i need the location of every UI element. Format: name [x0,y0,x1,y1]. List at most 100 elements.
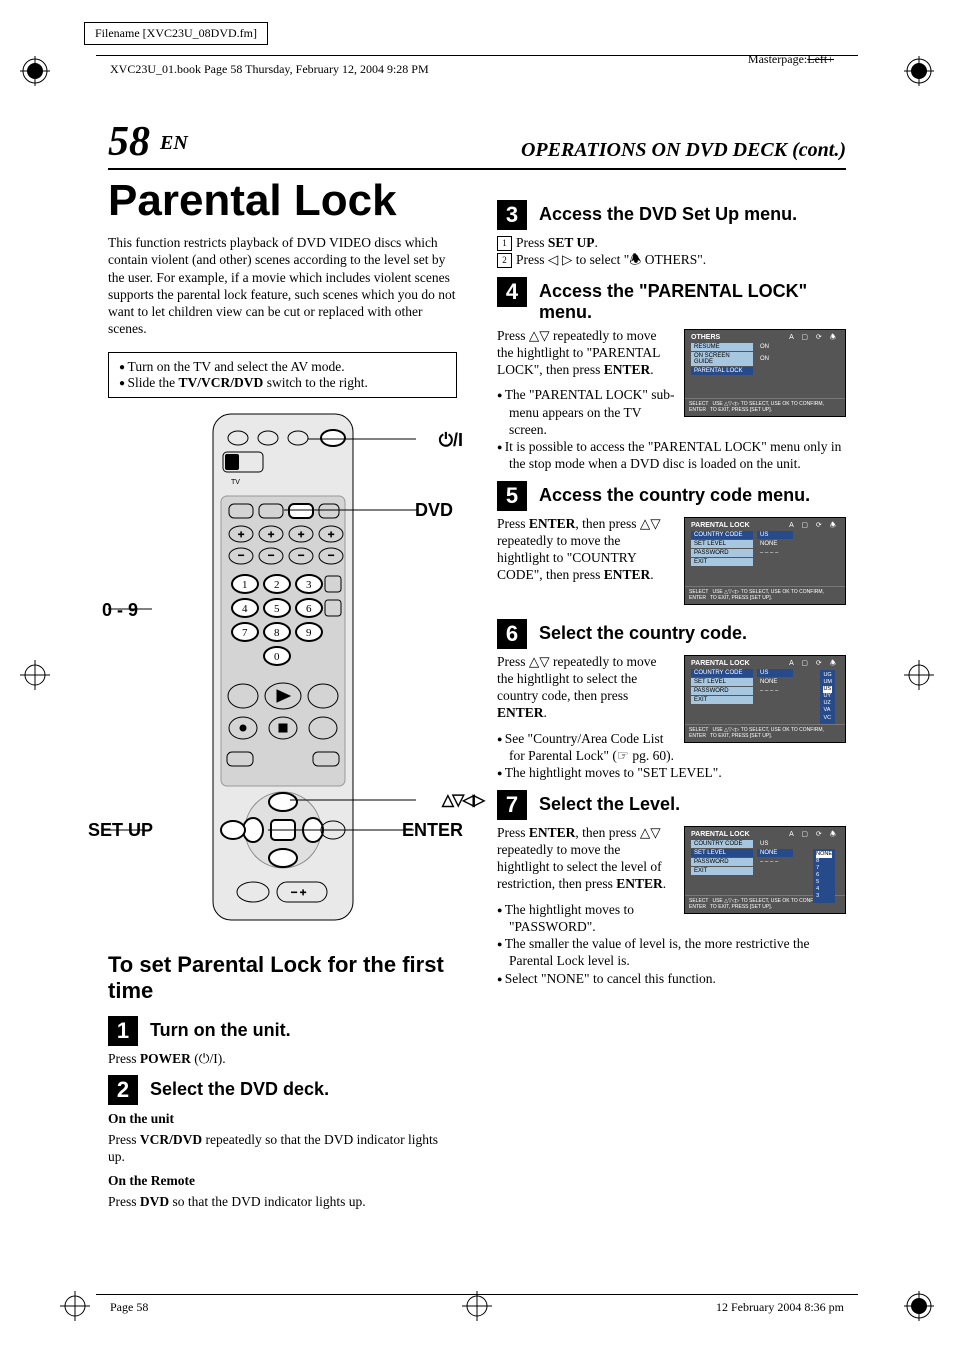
step-body: Press POWER (⏻/I). [108,1050,457,1067]
step-title: Access the DVD Set Up menu. [539,200,797,225]
osd-tab-icons: A ▢ ⟳ 🕭 [789,659,839,670]
page-title: Parental Lock [108,176,457,226]
registration-mark-icon [904,1291,934,1321]
osd-tab-icons: A ▢ ⟳ 🕭 [789,521,839,532]
crop-mark-icon [462,1291,492,1321]
osd-screenshot: A ▢ ⟳ 🕭 OTHERS RESUMEON ON SCREEN GUIDEO… [684,329,846,417]
osd-footer: SELECTUSE △▽◁▷ TO SELECT, USE OK TO CONF… [685,586,845,604]
remote-illustration: TV + + + + − [108,412,457,932]
subsection-heading: To set Parental Lock for the first time [108,952,457,1004]
masterpage-label: Masterpage:Left+ [748,52,834,67]
step-title: Select the Level. [539,790,680,815]
osd-dropdown: UG UM US UY UZ VA VC [820,670,835,724]
remote-label-enter: ENTER [402,820,463,841]
header-text: XVC23U_01.book Page 58 Thursday, Februar… [110,62,429,77]
substep-number: 2 [497,253,512,268]
svg-text:+: + [298,529,304,541]
masterpage-key: Masterpage: [748,52,807,66]
bullet: It is possible to access the "PARENTAL L… [497,438,846,473]
svg-text:+: + [328,529,334,541]
sub-heading: On the unit [108,1111,457,1127]
content-area: 58 EN OPERATIONS ON DVD DECK (cont.) Par… [108,118,846,1219]
sub-heading: On the Remote [108,1173,457,1189]
step-title: Select the DVD deck. [150,1075,329,1100]
svg-text:− +: − + [291,887,306,899]
svg-text:2: 2 [274,579,280,591]
crop-mark-icon [904,660,934,690]
step-number-badge: 7 [497,790,527,820]
step-6: 6 Select the country code. [497,619,846,649]
left-column: Parental Lock This function restricts pl… [108,172,457,1219]
step-body: Press DVD so that the DVD indicator ligh… [108,1193,457,1210]
prep-bullet: Slide the TV/VCR/DVD switch to the right… [119,375,446,391]
registration-mark-icon [20,56,50,86]
step-2: 2 Select the DVD deck. [108,1075,457,1105]
columns: Parental Lock This function restricts pl… [108,172,846,1219]
section-title: OPERATIONS ON DVD DECK (cont.) [188,139,846,166]
osd-tab-icons: A ▢ ⟳ 🕭 [789,333,839,344]
prep-box: Turn on the TV and select the AV mode. S… [108,352,457,398]
bullet: Select "NONE" to cancel this function. [497,970,846,987]
bullet: The smaller the value of level is, the m… [497,935,846,970]
remote-icon: TV + + + + − [173,412,393,922]
page-lang: EN [160,132,188,154]
step-title: Access the country code menu. [539,481,810,506]
osd-footer: SELECTUSE △▽◁▷ TO SELECT, USE OK TO CONF… [685,724,845,742]
page-number-block: 58 EN [108,118,188,166]
svg-text:TV: TV [231,479,240,486]
step-title: Select the country code. [539,619,747,644]
step-1: 1 Turn on the unit. [108,1016,457,1046]
svg-text:1: 1 [242,579,248,591]
step-number-badge: 4 [497,277,527,307]
footer-rule [96,1294,858,1295]
svg-text:−: − [268,550,274,562]
page-header-row: 58 EN OPERATIONS ON DVD DECK (cont.) [108,118,846,170]
svg-text:6: 6 [306,603,312,615]
svg-text:4: 4 [242,603,248,615]
step-body: Press VCR/DVD repeatedly so that the DVD… [108,1131,457,1166]
svg-text:8: 8 [274,627,280,639]
step-5: 5 Access the country code menu. [497,481,846,511]
osd-tab-icons: A ▢ ⟳ 🕭 [789,830,839,841]
prep-bullet: Turn on the TV and select the AV mode. [119,359,446,375]
svg-text:0: 0 [274,651,280,663]
step-4: 4 Access the "PARENTAL LOCK" menu. [497,277,846,323]
step-number-badge: 2 [108,1075,138,1105]
osd-footer: SELECTUSE △▽◁▷ TO SELECT, USE OK TO CONF… [685,398,845,416]
page-sheet: Filename [XVC23U_08DVD.fm] XVC23U_01.boo… [0,0,954,1351]
crop-mark-icon [20,660,50,690]
osd-dropdown: NONE 8 7 6 5 4 3 [813,849,835,903]
step-number-badge: 6 [497,619,527,649]
osd-screenshot: A ▢ ⟳ 🕭 PARENTAL LOCK COUNTRY CODEUS SET… [684,655,846,743]
footer-timestamp: 12 February 2004 8:36 pm [716,1300,844,1315]
substep-number: 1 [497,236,512,251]
svg-text:+: + [268,529,274,541]
remote-label-arrows: △▽◁▷ [442,790,483,810]
svg-text:3: 3 [306,579,312,591]
svg-text:−: − [238,550,244,562]
filename-label: Filename [XVC23U_08DVD.fm] [84,22,268,45]
osd-screenshot: A ▢ ⟳ 🕭 PARENTAL LOCK COUNTRY CODEUS SET… [684,826,846,914]
page-number: 58 [108,119,150,165]
step-title: Turn on the unit. [150,1016,291,1041]
svg-text:5: 5 [274,603,280,615]
right-column: 3 Access the DVD Set Up menu. 1Press SET… [497,172,846,1219]
step-number-badge: 3 [497,200,527,230]
remote-label-power: ⏻/I [439,430,463,451]
remote-label-numbers: 0 - 9 [102,600,138,621]
registration-mark-icon [904,56,934,86]
bullet: The hightlight moves to "SET LEVEL". [497,764,846,781]
header-rule [96,55,858,56]
svg-text:−: − [328,550,334,562]
svg-text:−: − [298,550,304,562]
crop-mark-icon [60,1291,90,1321]
step-number-badge: 5 [497,481,527,511]
step-7: 7 Select the Level. [497,790,846,820]
remote-label-dvd: DVD [415,500,453,521]
footer-page: Page 58 [110,1300,148,1315]
svg-text:7: 7 [242,627,248,639]
remote-label-setup: SET UP [88,820,153,841]
masterpage-value: Left+ [807,52,834,66]
svg-text:9: 9 [306,627,312,639]
svg-text:+: + [238,529,244,541]
